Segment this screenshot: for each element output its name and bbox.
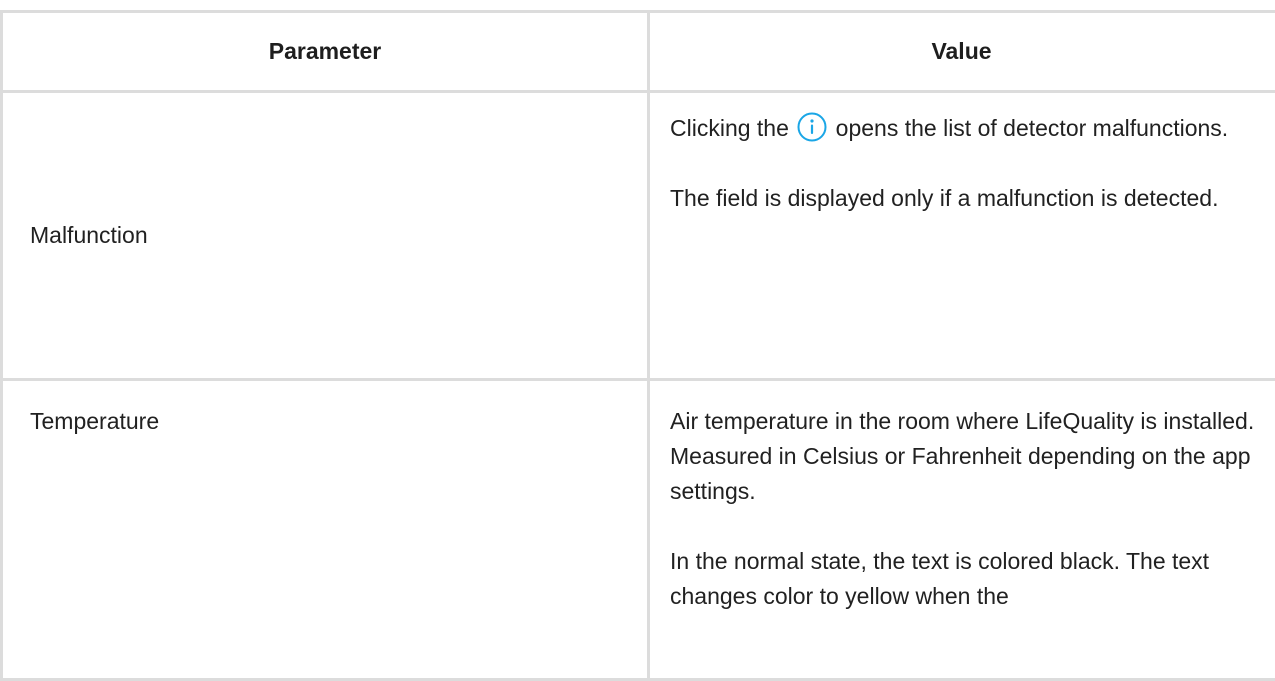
value-paragraph: Clicking the opens the list of detector … [670,111,1270,146]
table-row: Temperature Air temperature in the room … [3,381,1275,681]
value-paragraph: In the normal state, the text is colored… [670,548,1210,609]
value-cell: Clicking the opens the list of detector … [650,93,1275,378]
value-cell: Air temperature in the room where LifeQu… [650,381,1275,678]
parameter-cell: Malfunction [3,93,650,378]
value-text: Clicking the [670,115,789,141]
parameter-cell: Temperature [3,381,650,678]
table-header-row: Parameter Value [3,13,1275,93]
value-paragraph: Air temperature in the room where LifeQu… [670,408,1255,504]
parameter-name: Malfunction [30,222,148,248]
table-row: Malfunction Clicking the opens the list … [3,93,1275,381]
parameter-name: Temperature [30,408,160,434]
value-text: opens the list of detector malfunctions. [835,115,1229,141]
column-header-value: Value [931,38,992,64]
info-icon [797,112,827,142]
column-header-parameter: Parameter [3,13,650,90]
parameter-table: Parameter Value Malfunction Clicking the… [0,10,1275,681]
value-paragraph: The field is displayed only if a malfunc… [670,185,1219,211]
